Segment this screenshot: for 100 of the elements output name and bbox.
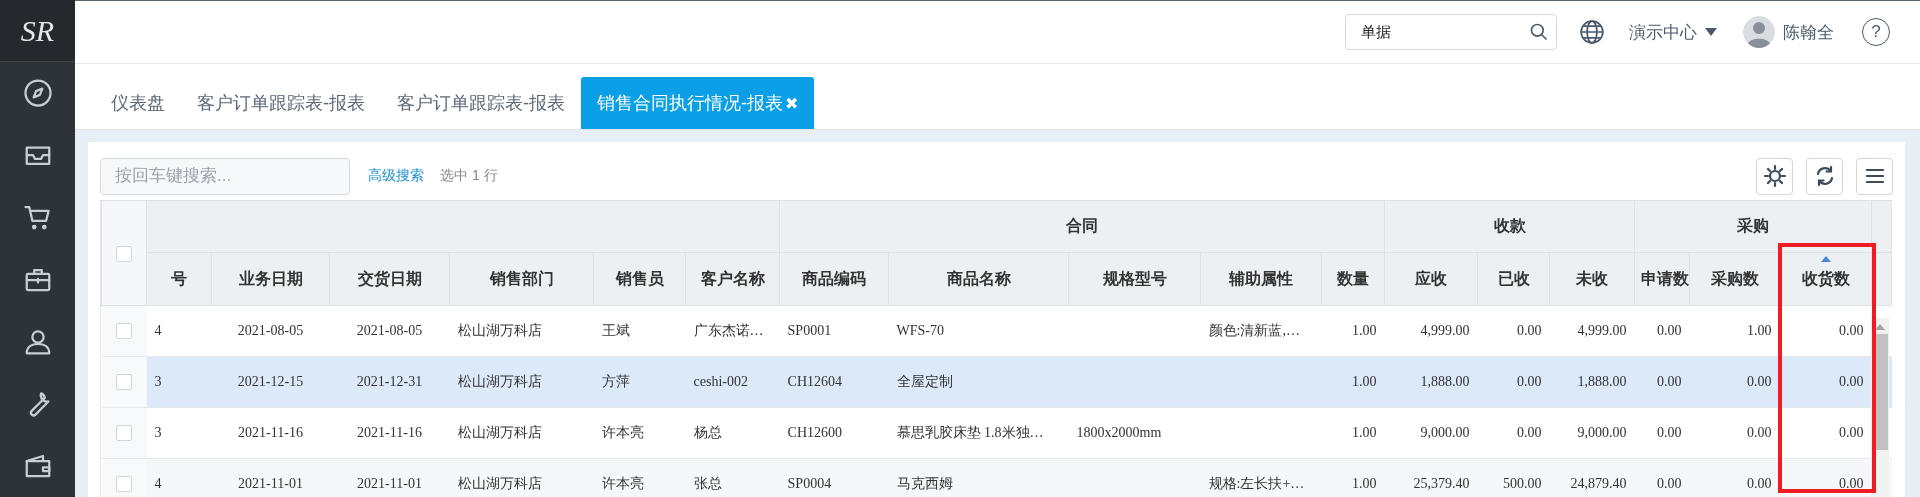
checkbox[interactable]: [116, 476, 132, 493]
caret-icon[interactable]: [1705, 28, 1717, 36]
search-field[interactable]: 按回车键搜索...: [100, 157, 350, 195]
table-cell: 2021-08-05: [329, 305, 450, 357]
table-cell: 1.00: [1321, 356, 1385, 408]
column-header[interactable]: 业务日期: [211, 252, 330, 306]
tab[interactable]: 客户订单跟踪表-报表: [381, 77, 581, 129]
table-cell: 0.00: [1689, 356, 1780, 408]
table-cell: 马克西姆: [888, 458, 1069, 497]
menu-button[interactable]: [1856, 157, 1893, 195]
column-header[interactable]: 商品编码: [779, 252, 889, 306]
table-cell: 0.00: [1477, 407, 1550, 459]
table-cell: 2021-12-31: [329, 356, 450, 408]
table-cell: 9,000.00: [1384, 407, 1478, 459]
table-cell: 2021-11-01: [329, 458, 450, 497]
column-header[interactable]: 已收: [1477, 252, 1550, 306]
table-cell: 许本亮: [593, 407, 686, 459]
column-header[interactable]: 销售员: [593, 252, 686, 306]
avatar[interactable]: [1743, 16, 1775, 48]
table-cell: 4: [146, 458, 212, 497]
table-cell: 500.00: [1477, 458, 1550, 497]
table-cell: ceshi-002: [685, 356, 780, 408]
table-cell: 松山湖万科店: [449, 305, 594, 357]
table-cell: 规格:左长扶+…: [1200, 458, 1322, 497]
column-header[interactable]: 申请数: [1634, 252, 1690, 306]
advanced-search-link[interactable]: 高级搜索: [368, 167, 424, 185]
table-cell: 0.00: [1477, 305, 1550, 357]
table-cell: 24,879.40: [1549, 458, 1635, 497]
tab[interactable]: 仪表盘: [95, 77, 181, 129]
table-cell: 1.00: [1689, 305, 1780, 357]
tab[interactable]: 客户订单跟踪表-报表: [181, 77, 381, 129]
table-cell: CH12600: [779, 407, 889, 459]
table-cell: 全屋定制: [888, 356, 1069, 408]
checkbox[interactable]: [116, 425, 132, 442]
search-icon[interactable]: [1529, 22, 1549, 42]
search-field[interactable]: 单据: [1345, 14, 1557, 50]
table-cell: 0.00: [1634, 407, 1690, 459]
column-header[interactable]: 未收: [1549, 252, 1635, 306]
table-cell: 颜色:清新蓝,…: [1200, 305, 1322, 357]
table-cell: 0.00: [1689, 407, 1780, 459]
column-header[interactable]: 销售部门: [449, 252, 594, 306]
column-header[interactable]: 规格型号: [1068, 252, 1201, 306]
table-cell: 松山湖万科店: [449, 356, 594, 408]
user-name[interactable]: 陈翰全: [1783, 20, 1834, 44]
globe-icon[interactable]: [1579, 19, 1605, 45]
table-cell: 0.00: [1689, 458, 1780, 497]
table-cell: 1,888.00: [1549, 356, 1635, 408]
table-cell: 0.00: [1779, 356, 1872, 408]
table-cell: 1.00: [1321, 305, 1385, 357]
column-header[interactable]: 采购数: [1689, 252, 1780, 306]
table-cell: 许本亮: [593, 458, 686, 497]
column-header[interactable]: 数量: [1321, 252, 1385, 306]
table-cell: 25,379.40: [1384, 458, 1478, 497]
column-group-header: 收款: [1384, 200, 1635, 253]
table-cell: 4: [146, 305, 212, 357]
column-header[interactable]: 收货数: [1779, 252, 1872, 306]
logo: SR: [0, 0, 75, 63]
table-cell: 张总: [685, 458, 780, 497]
table-cell: 4,999.00: [1384, 305, 1478, 357]
table-cell: 2021-11-16: [329, 407, 450, 459]
table-cell: 1.00: [1321, 458, 1385, 497]
settings-icon: [1762, 164, 1787, 188]
table-cell: 3: [146, 356, 212, 408]
table-cell: 0.00: [1477, 356, 1550, 408]
table-cell: CH12604: [779, 356, 889, 408]
table-cell: 0.00: [1634, 305, 1690, 357]
table-cell: 1800x2000mm: [1068, 407, 1201, 459]
table-cell: 3: [146, 407, 212, 459]
org-menu[interactable]: 演示中心: [1629, 20, 1697, 44]
table-cell: 0.00: [1634, 356, 1690, 408]
table-cell: 王斌: [593, 305, 686, 357]
table-cell: 2021-12-15: [211, 356, 330, 408]
settings-button[interactable]: [1756, 157, 1793, 195]
column-group-header: 合同: [779, 200, 1385, 253]
compass-icon[interactable]: [22, 78, 53, 109]
column-header[interactable]: 商品名称: [888, 252, 1069, 306]
table-cell: 2021-11-16: [211, 407, 330, 459]
checkbox[interactable]: [116, 323, 132, 340]
table-cell: 广东杰诺…: [685, 305, 780, 357]
table-cell: 方萍: [593, 356, 686, 408]
table-cell: 慕思乳胶床垫 1.8米独…: [888, 407, 1069, 459]
column-header[interactable]: 交货日期: [329, 252, 450, 306]
column-header[interactable]: 辅助属性: [1200, 252, 1322, 306]
selection-info: 选中 1 行: [440, 167, 498, 185]
scroll-up-icon[interactable]: [1875, 324, 1885, 330]
sort-icon[interactable]: [1820, 256, 1831, 262]
table-cell: 9,000.00: [1549, 407, 1635, 459]
table-cell: SP0004: [779, 458, 889, 497]
checkbox[interactable]: [116, 374, 132, 391]
table-cell: 2021-11-01: [211, 458, 330, 497]
table-cell: 松山湖万科店: [449, 458, 594, 497]
table-cell: WFS-70: [888, 305, 1069, 357]
table-cell: 1.00: [1321, 407, 1385, 459]
table-cell: 2021-08-05: [211, 305, 330, 357]
checkbox[interactable]: [116, 245, 132, 262]
column-header[interactable]: 号: [146, 252, 212, 306]
refresh-button[interactable]: [1806, 157, 1843, 195]
table-cell: SP0001: [779, 305, 889, 357]
column-header[interactable]: 应收: [1384, 252, 1478, 306]
column-header[interactable]: 客户名称: [685, 252, 780, 306]
